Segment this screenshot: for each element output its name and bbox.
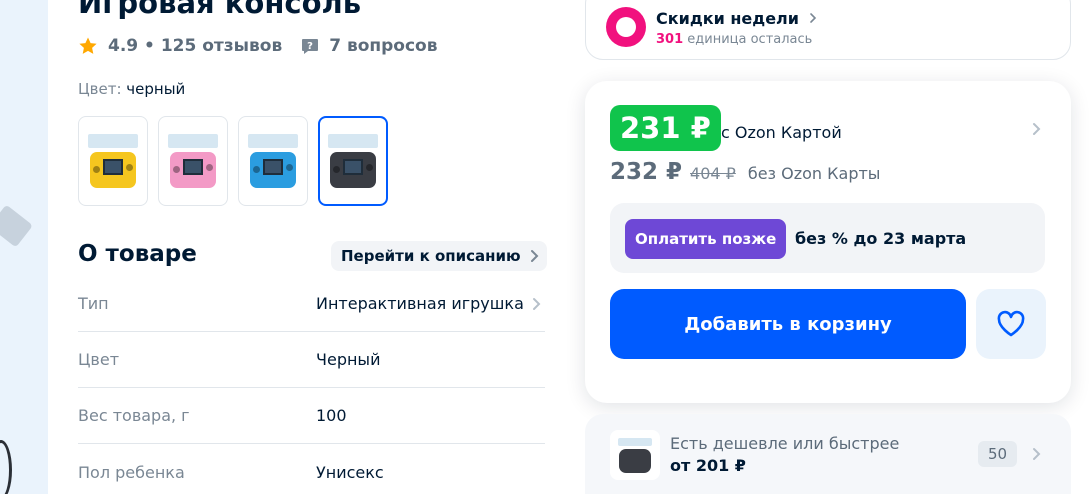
promo-stock: 301 единица осталась: [656, 32, 812, 47]
console-image: [90, 152, 136, 188]
goto-description-label: Перейти к описанию: [341, 247, 521, 265]
cheaper-price: от 201 ₽: [670, 456, 746, 475]
variant-thumb-black[interactable]: [318, 116, 388, 206]
spec-row: Пол ребенка Унисекс: [78, 444, 545, 494]
heart-icon: [997, 310, 1025, 337]
color-label: Цвет:: [78, 80, 127, 98]
price-card: 231 ₽ с Ozon Картой 232 ₽ 404 ₽ без Ozon…: [585, 81, 1071, 403]
favorite-button[interactable]: [976, 289, 1046, 359]
spec-row: Вес товара, г 100: [78, 388, 545, 444]
promo-title[interactable]: Скидки недели: [656, 9, 817, 28]
product-gallery-edge[interactable]: [0, 0, 48, 494]
spec-value[interactable]: Интерактивная игрушка: [316, 294, 524, 313]
promo-count: 301: [656, 32, 684, 47]
deals-ring-icon: [606, 7, 646, 47]
spec-key: Цвет: [78, 350, 120, 369]
color-variants: [78, 116, 388, 206]
spec-key: Вес товара, г: [78, 406, 190, 425]
offer-thumbnail: [610, 430, 660, 480]
specs-table: Тип Интерактивная игрушка Цвет Черный Ве…: [78, 276, 545, 494]
gallery-image-fragment: [0, 440, 12, 494]
questions-link[interactable]: 7 вопросов: [329, 36, 437, 56]
regular-price-row: 232 ₽ 404 ₽ без Ozon Карты: [610, 159, 880, 185]
about-heading: О товаре: [78, 241, 197, 267]
variant-thumb-blue[interactable]: [238, 116, 308, 206]
product-box: [168, 134, 218, 148]
pay-later-terms: без % до 23 марта: [795, 229, 967, 248]
spec-key: Пол ребенка: [78, 462, 185, 482]
variant-thumb-yellow[interactable]: [78, 116, 148, 206]
rating-row[interactable]: 4.9 • 125 отзывов ? 7 вопросов: [78, 36, 438, 56]
goto-description-button[interactable]: Перейти к описанию: [331, 241, 547, 271]
cheaper-offers[interactable]: Есть дешевле или быстрее от 201 ₽ 50: [585, 414, 1071, 494]
product-box: [248, 134, 298, 148]
pay-later-block[interactable]: Оплатить позже без % до 23 марта: [610, 203, 1045, 273]
cheaper-title: Есть дешевле или быстрее: [670, 434, 900, 453]
spec-key: Тип: [78, 294, 109, 313]
product-box: [618, 437, 652, 446]
chevron-right-icon: [809, 13, 816, 23]
weekly-deals-banner[interactable]: Скидки недели 301 единица осталась: [585, 0, 1071, 60]
product-box: [88, 134, 138, 148]
no-card-label: без Ozon Карты: [747, 164, 881, 183]
ozon-card-price[interactable]: 231 ₽: [610, 105, 721, 151]
chevron-right-icon: [530, 250, 539, 262]
promo-count-suffix: единица осталась: [683, 32, 813, 47]
console-image: [619, 448, 651, 473]
offers-count-badge: 50: [978, 441, 1018, 467]
pay-later-button[interactable]: Оплатить позже: [625, 219, 787, 259]
spec-row[interactable]: Тип Интерактивная игрушка: [78, 276, 545, 332]
console-image: [250, 152, 296, 188]
product-box: [328, 134, 378, 148]
regular-price: 232 ₽: [610, 159, 683, 185]
console-image: [170, 152, 216, 188]
chevron-right-icon[interactable]: [1031, 121, 1041, 137]
chevron-right-icon: [1033, 448, 1041, 460]
gallery-image-fragment: [0, 204, 34, 248]
color-row: Цвет: черный: [78, 80, 185, 98]
spec-value: 100: [316, 406, 347, 425]
question-icon: ?: [302, 39, 319, 54]
svg-text:?: ?: [307, 41, 313, 52]
add-to-cart-button[interactable]: Добавить в корзину: [610, 289, 966, 359]
variant-thumb-pink[interactable]: [158, 116, 228, 206]
star-icon: [79, 37, 97, 54]
ozon-card-label[interactable]: с Ozon Картой: [721, 123, 842, 142]
console-image: [330, 152, 376, 188]
chevron-right-icon: [533, 298, 541, 310]
promo-title-text: Скидки недели: [656, 9, 799, 28]
spec-value: Унисекс: [316, 462, 384, 482]
old-price: 404 ₽: [690, 164, 736, 183]
spec-value: Черный: [316, 350, 381, 369]
spec-row: Цвет Черный: [78, 332, 545, 388]
rating-text[interactable]: 4.9 • 125 отзывов: [108, 36, 282, 56]
product-title: Игровая консоль: [78, 0, 362, 20]
color-value: черный: [126, 80, 186, 98]
